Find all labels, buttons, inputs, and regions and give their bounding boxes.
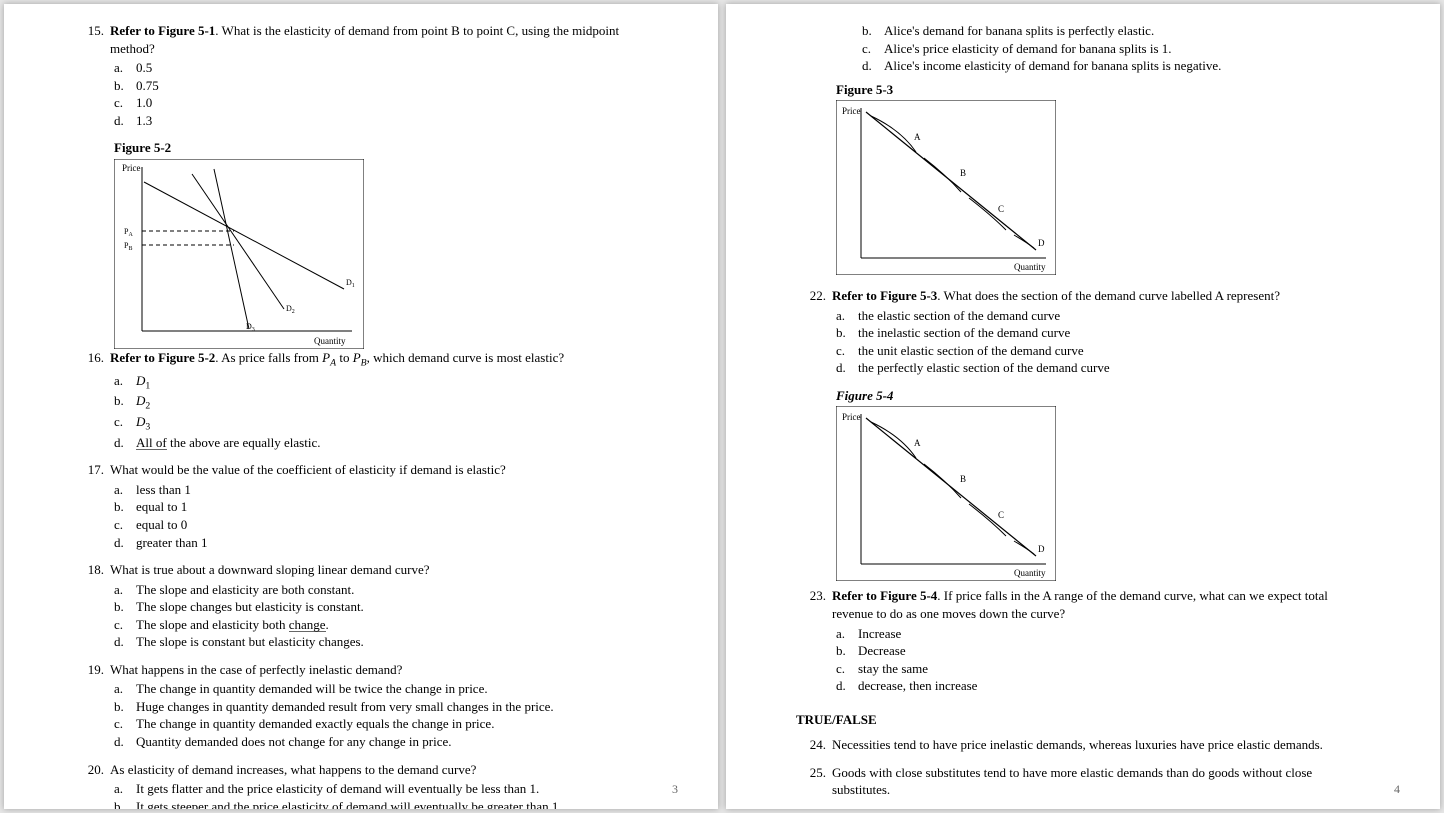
option-b: b.equal to 1 [114, 498, 648, 516]
page-left: 15. Refer to Figure 5-1. What is the ela… [4, 4, 718, 809]
q-number: 25. [796, 764, 832, 799]
q-prompt: What is true about a downward sloping li… [110, 561, 648, 579]
option-b: b.the inelastic section of the demand cu… [836, 324, 1370, 342]
q-number: 15. [74, 22, 110, 129]
q-number: 23. [796, 587, 832, 694]
q-prompt: Refer to Figure 5-3. What does the secti… [832, 287, 1370, 305]
option-a: a.D1 [114, 372, 648, 393]
axis-qty: Quantity [314, 336, 346, 346]
page-number-right: 4 [1394, 781, 1400, 797]
option-d: d.1.3 [114, 112, 648, 130]
figure-5-2: Price Quantity D1 D2 D3 PA PB [114, 159, 648, 349]
option-a: a.the elastic section of the demand curv… [836, 307, 1370, 325]
svg-text:D: D [1038, 544, 1045, 554]
question-15: 15. Refer to Figure 5-1. What is the ela… [74, 22, 648, 129]
question-23: 23. Refer to Figure 5-4. If price falls … [796, 587, 1370, 694]
option-c: c.stay the same [836, 660, 1370, 678]
svg-text:Quantity: Quantity [1014, 568, 1046, 578]
option-d: d.All of the above are equally elastic. [114, 434, 648, 452]
q-number: 20. [74, 761, 110, 809]
option-d: d.the perfectly elastic section of the d… [836, 359, 1370, 377]
q-prompt: Refer to Figure 5-4. If price falls in t… [832, 587, 1370, 622]
q-number: 18. [74, 561, 110, 651]
option-a: a.0.5 [114, 59, 648, 77]
option-a: a.Increase [836, 625, 1370, 643]
q-number: 17. [74, 461, 110, 551]
option-d: d.The slope is constant but elasticity c… [114, 633, 648, 651]
svg-text:A: A [914, 438, 921, 448]
svg-text:B: B [960, 474, 966, 484]
true-false-heading: TRUE/FALSE [796, 711, 1370, 729]
q-number: 19. [74, 661, 110, 751]
q-number: 16. [74, 349, 110, 452]
page-number-left: 3 [672, 781, 678, 797]
page-spread: 15. Refer to Figure 5-1. What is the ela… [0, 0, 1444, 813]
svg-text:Price: Price [842, 106, 861, 116]
svg-text:C: C [998, 204, 1004, 214]
question-20: 20. As elasticity of demand increases, w… [74, 761, 648, 809]
option-c: c.the unit elastic section of the demand… [836, 342, 1370, 360]
question-19: 19. What happens in the case of perfectl… [74, 661, 648, 751]
option-d: d.Alice's income elasticity of demand fo… [862, 57, 1370, 75]
svg-text:Price: Price [842, 412, 861, 422]
figure-5-2-title: Figure 5-2 [114, 139, 648, 157]
option-c: c.The slope and elasticity both change. [114, 616, 648, 634]
q-prompt: Refer to Figure 5-2. As price falls from… [110, 349, 648, 370]
option-b: b.Decrease [836, 642, 1370, 660]
svg-text:D: D [1038, 238, 1045, 248]
q-prompt: What would be the value of the coefficie… [110, 461, 648, 479]
svg-text:A: A [914, 132, 921, 142]
option-b: b.It gets steeper and the price elastici… [114, 798, 648, 809]
question-18: 18. What is true about a downward slopin… [74, 561, 648, 651]
figure-5-3-title: Figure 5-3 [836, 81, 1370, 99]
svg-text:B: B [960, 168, 966, 178]
question-22: 22. Refer to Figure 5-3. What does the s… [796, 287, 1370, 377]
option-b: b.0.75 [114, 77, 648, 95]
q-prompt: Goods with close substitutes tend to hav… [832, 764, 1370, 799]
q-prompt: What happens in the case of perfectly in… [110, 661, 648, 679]
q-number: 22. [796, 287, 832, 377]
q-number: 24. [796, 736, 832, 754]
svg-text:C: C [998, 510, 1004, 520]
option-d: d.Quantity demanded does not change for … [114, 733, 648, 751]
option-c: c.equal to 0 [114, 516, 648, 534]
option-a: a.The slope and elasticity are both cons… [114, 581, 648, 599]
question-17: 17. What would be the value of the coeff… [74, 461, 648, 551]
figure-5-4-title: Figure 5-4 [836, 387, 1370, 405]
page-right: b.Alice's demand for banana splits is pe… [726, 4, 1440, 809]
option-a: a.less than 1 [114, 481, 648, 499]
question-25: 25. Goods with close substitutes tend to… [796, 764, 1370, 799]
option-b: b.The slope changes but elasticity is co… [114, 598, 648, 616]
option-a: a.The change in quantity demanded will b… [114, 680, 648, 698]
q-prompt: Necessities tend to have price inelastic… [832, 736, 1370, 754]
question-16: 16. Refer to Figure 5-2. As price falls … [74, 349, 648, 452]
option-b: b.Huge changes in quantity demanded resu… [114, 698, 648, 716]
figure-5-4: Price Quantity A B C D [836, 406, 1370, 581]
option-d: d.greater than 1 [114, 534, 648, 552]
option-d: d.decrease, then increase [836, 677, 1370, 695]
figure-5-3: Price Quantity A B C D [836, 100, 1370, 275]
option-c: c.Alice's price elasticity of demand for… [862, 40, 1370, 58]
q-prompt: Refer to Figure 5-1. What is the elastic… [110, 22, 648, 57]
svg-text:Quantity: Quantity [1014, 262, 1046, 272]
option-c: c.D3 [114, 413, 648, 434]
option-c: c.The change in quantity demanded exactl… [114, 715, 648, 733]
option-b: b.D2 [114, 392, 648, 413]
option-a: a.It gets flatter and the price elastici… [114, 780, 648, 798]
option-b: b.Alice's demand for banana splits is pe… [862, 22, 1370, 40]
axis-price: Price [122, 163, 141, 173]
q-prompt: As elasticity of demand increases, what … [110, 761, 648, 779]
option-c: c.1.0 [114, 94, 648, 112]
question-24: 24. Necessities tend to have price inela… [796, 736, 1370, 754]
